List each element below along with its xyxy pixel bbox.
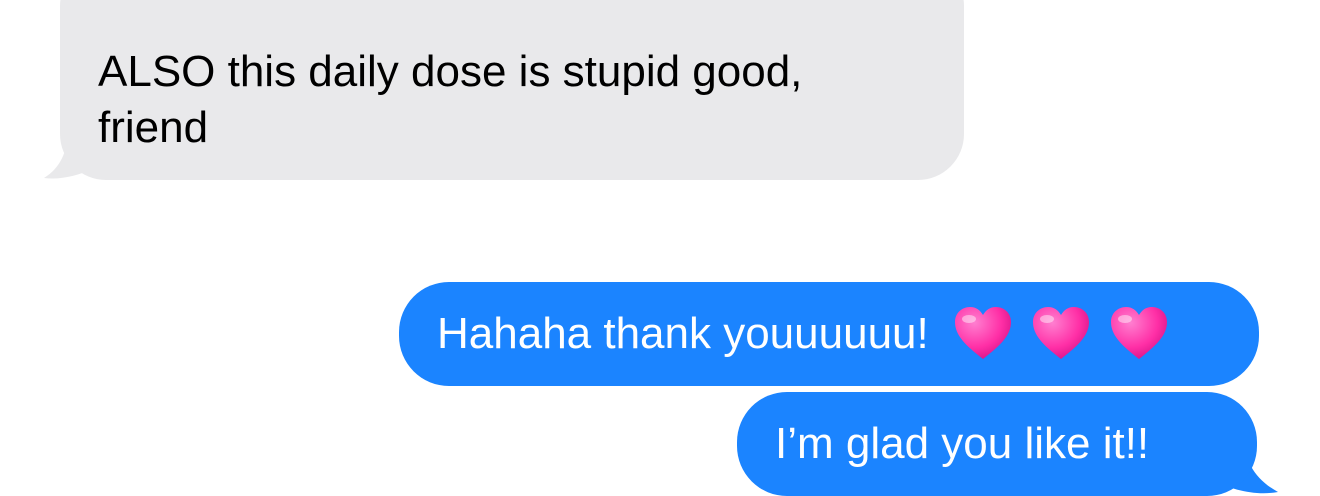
pink-heart-icon <box>954 306 1011 359</box>
outgoing-message-text: I’m glad you like it!! <box>775 419 1150 468</box>
outgoing-message-bubble[interactable]: Hahaha thank youuuuuu! <box>399 282 1259 386</box>
outgoing-message-bubble[interactable]: I’m glad you like it!! <box>737 392 1257 496</box>
incoming-message-text: ALSO this daily dose is stupid good, fri… <box>98 47 803 152</box>
outgoing-message-text: Hahaha thank youuuuuu! <box>437 309 929 358</box>
pink-heart-icon <box>1111 306 1168 359</box>
pink-heart-icon <box>1033 306 1090 359</box>
emoji-group <box>953 302 1175 360</box>
incoming-message-bubble[interactable]: ALSO this daily dose is stupid good, fri… <box>60 0 964 180</box>
